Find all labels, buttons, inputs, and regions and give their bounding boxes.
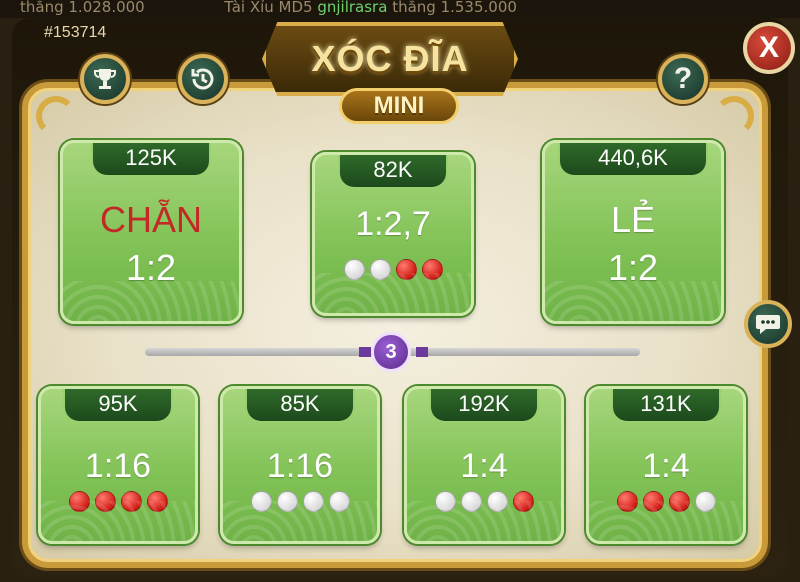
bet-panel-four-red[interactable]: 95K 1:16 <box>38 386 198 544</box>
bet-ratio: 1:4 <box>460 447 508 485</box>
wave-pattern <box>589 501 743 541</box>
mini-badge: MINI <box>339 88 459 124</box>
bet-slider-knob[interactable]: 3 <box>371 332 411 372</box>
bet-amount: 95K <box>63 389 173 423</box>
bet-panel-two-two[interactable]: 82K 1:2,7 <box>312 152 474 316</box>
question-icon: ? <box>673 62 693 95</box>
chat-icon <box>756 315 780 334</box>
corner-ornament <box>714 96 754 136</box>
slider-marker <box>416 347 428 357</box>
bet-amount: 440,6K <box>558 143 708 177</box>
ticker-player: gnjilrasra <box>317 0 388 16</box>
history-button[interactable] <box>178 54 228 104</box>
bet-label-odd: LẺ <box>610 199 656 240</box>
bet-ratio: 1:2,7 <box>355 205 431 243</box>
bet-panel-three-red[interactable]: 131K 1:4 <box>586 386 746 544</box>
bet-amount: 125K <box>91 143 211 177</box>
game-subtitle: MINI <box>373 92 425 119</box>
bet-label-even: CHẴN <box>99 199 202 240</box>
ticker-win: thắng 1.535.000 <box>387 0 517 16</box>
bet-amount: 82K <box>338 155 448 189</box>
game-title-plaque: XÓC ĐĨA <box>262 22 518 96</box>
trophy-icon <box>94 69 116 89</box>
session-id: #153714 <box>44 24 107 41</box>
ticker-text: thắng 1.028.000 <box>20 0 145 16</box>
bet-ratio: 1:16 <box>266 447 334 485</box>
bet-panel-four-white[interactable]: 85K 1:16 <box>220 386 380 544</box>
bet-panel-three-white[interactable]: 192K 1:4 <box>404 386 564 544</box>
ticker-game: Tài Xỉu MD5 <box>224 0 318 16</box>
wave-pattern <box>63 281 239 321</box>
bet-ratio: 1:4 <box>642 447 690 485</box>
bet-panel-even[interactable]: 125K CHẴN 1:2 <box>60 140 242 324</box>
slider-value: 3 <box>385 340 397 363</box>
wave-pattern <box>545 281 721 321</box>
bet-amount: 131K <box>611 389 721 423</box>
wave-pattern <box>407 501 561 541</box>
chat-button[interactable] <box>744 300 792 348</box>
leaderboard-button[interactable] <box>80 54 130 104</box>
close-icon: X <box>758 31 779 64</box>
slider-marker <box>359 347 371 357</box>
winners-ticker: thắng 1.028.000 Tài Xỉu MD5 gnjilrasra t… <box>0 0 800 18</box>
close-button[interactable]: X <box>743 22 795 74</box>
bet-ratio: 1:16 <box>84 447 152 485</box>
bet-amount: 192K <box>429 389 539 423</box>
wave-pattern <box>223 501 377 541</box>
help-button[interactable]: ? <box>658 54 708 104</box>
corner-ornament <box>36 96 76 136</box>
wave-pattern <box>315 273 471 313</box>
wave-pattern <box>41 501 195 541</box>
history-icon <box>191 68 214 90</box>
game-title: XÓC ĐĨA <box>311 38 469 79</box>
bet-panel-odd[interactable]: 440,6K LẺ 1:2 <box>542 140 724 324</box>
bet-amount: 85K <box>245 389 355 423</box>
